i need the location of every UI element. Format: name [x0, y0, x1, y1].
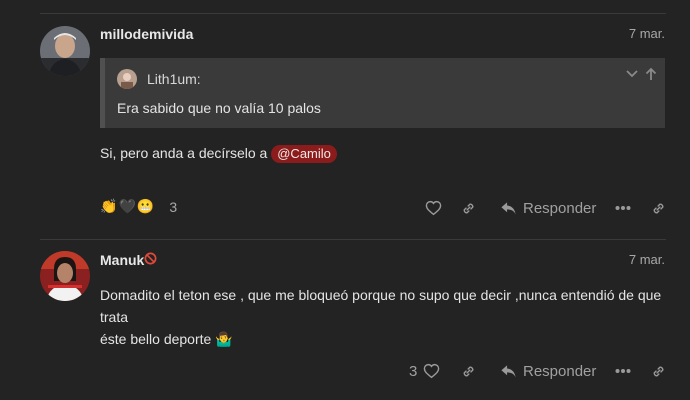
- copy-link-button[interactable]: [460, 363, 477, 380]
- arrow-up-icon[interactable]: [644, 67, 658, 81]
- user-mention[interactable]: @Camilo: [271, 145, 337, 163]
- share-link-icon[interactable]: [650, 200, 667, 217]
- post-divider: [40, 239, 666, 240]
- avatar[interactable]: [40, 26, 90, 76]
- link-icon: [460, 200, 477, 217]
- post-body-line: Domadito el teton ese , que me bloqueó p…: [100, 287, 662, 325]
- like-count: 3: [409, 362, 418, 380]
- top-divider: [40, 13, 666, 14]
- username[interactable]: Manuk: [100, 252, 144, 268]
- post-date[interactable]: 7 mar.: [629, 26, 665, 41]
- like-button[interactable]: 3: [409, 363, 440, 380]
- quote-text: Era sabido que no valía 10 palos: [117, 100, 321, 116]
- link-icon: [460, 363, 477, 380]
- share-link-icon[interactable]: [650, 363, 667, 380]
- copy-link-button[interactable]: [460, 200, 477, 217]
- reply-arrow-icon: [500, 200, 517, 216]
- chevron-down-icon[interactable]: [625, 67, 639, 81]
- reply-arrow-icon: [500, 363, 517, 379]
- reply-button[interactable]: Responder: [500, 363, 596, 380]
- prohibited-icon: [144, 252, 157, 265]
- post-body: Domadito el teton ese , que me bloqueó p…: [100, 284, 670, 350]
- post-date[interactable]: 7 mar.: [629, 252, 665, 267]
- post-body-text: éste bello deporte: [100, 331, 212, 347]
- quote-avatar[interactable]: [117, 69, 137, 89]
- ellipsis-icon[interactable]: [615, 368, 631, 374]
- avatar[interactable]: [40, 251, 90, 301]
- username[interactable]: millodemivida: [100, 26, 193, 42]
- post-body-text: Si, pero anda a decírselo a: [100, 145, 268, 161]
- quote-author[interactable]: Lith1um:: [147, 71, 201, 87]
- post-actions: 3 Responder: [0, 359, 690, 383]
- post-body: Si, pero anda a decírselo a @Camilo: [100, 142, 337, 164]
- post-body-line-2: éste bello deporte 🤷‍♂️: [100, 328, 670, 350]
- ellipsis-icon[interactable]: [615, 205, 631, 211]
- reply-button[interactable]: Responder: [500, 200, 596, 217]
- quote-block: Lith1um: Era sabido que no valía 10 palo…: [100, 58, 665, 128]
- heart-icon: [423, 363, 440, 379]
- post-actions: Responder: [0, 196, 690, 220]
- shrug-emoji: 🤷‍♂️: [215, 331, 233, 347]
- heart-icon: [425, 200, 442, 216]
- like-button[interactable]: [425, 200, 442, 216]
- reply-label: Responder: [523, 199, 597, 217]
- reply-label: Responder: [523, 362, 597, 380]
